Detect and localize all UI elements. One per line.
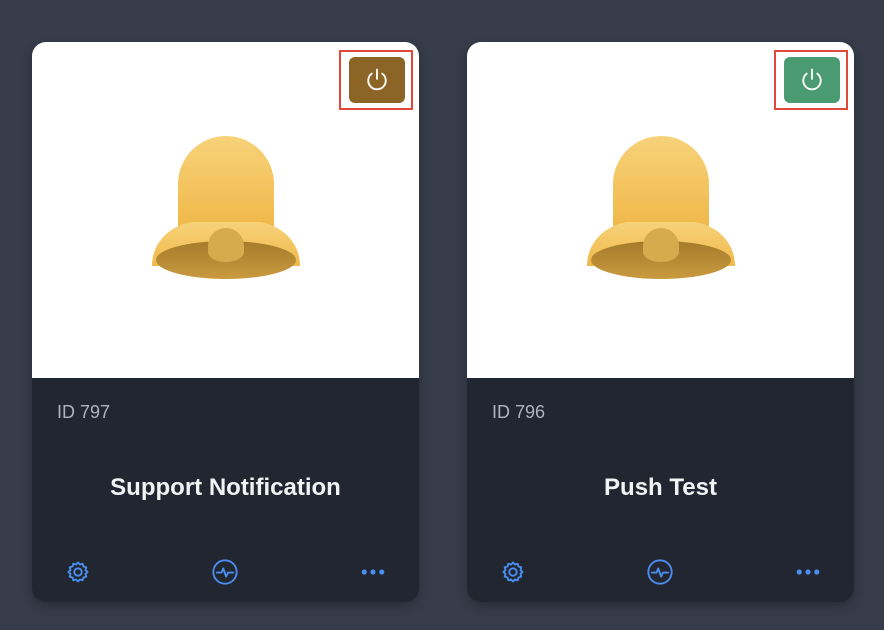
settings-button[interactable]	[497, 556, 529, 588]
power-button-highlight	[774, 50, 848, 110]
card-title: Support Notification	[110, 474, 341, 501]
more-horizontal-icon	[361, 569, 385, 575]
bell-icon	[152, 136, 300, 279]
card-id-label: ID 797	[57, 402, 111, 422]
activity-button[interactable]	[644, 556, 676, 588]
power-button[interactable]	[349, 57, 405, 103]
card-image-area	[467, 42, 854, 378]
power-icon	[367, 68, 387, 91]
activity-icon	[212, 559, 238, 585]
power-icon	[802, 68, 822, 91]
more-button[interactable]	[357, 556, 389, 588]
more-horizontal-icon	[796, 569, 820, 575]
settings-button[interactable]	[62, 556, 94, 588]
gear-icon	[67, 561, 89, 583]
activity-button[interactable]	[209, 556, 241, 588]
gear-icon	[502, 561, 524, 583]
more-button[interactable]	[792, 556, 824, 588]
activity-icon	[647, 559, 673, 585]
bell-icon	[587, 136, 735, 279]
power-button[interactable]	[784, 57, 840, 103]
card-id-label: ID 796	[492, 402, 546, 422]
notification-card: ID 796 Push Test	[467, 42, 854, 602]
notification-card: ID 797 Support Notification	[32, 42, 419, 602]
power-button-highlight	[339, 50, 413, 110]
card-title: Push Test	[604, 474, 717, 501]
card-image-area	[32, 42, 419, 378]
